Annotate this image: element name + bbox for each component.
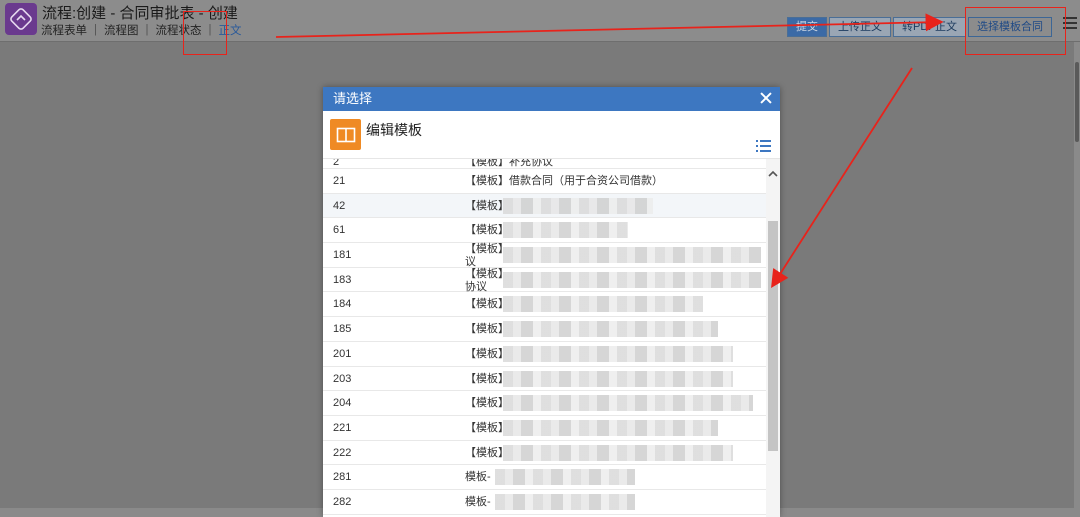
redacted-text xyxy=(495,493,635,510)
row-id: 282 xyxy=(333,495,352,508)
list-scrollbar[interactable] xyxy=(766,159,780,517)
redacted-text xyxy=(503,197,653,214)
row-id: 2 xyxy=(333,159,340,168)
select-dialog: 请选择 编辑模板 2 【模板】补充协议 21 【模板】借款合同（用于合资公司借款… xyxy=(323,87,780,517)
redacted-text xyxy=(503,444,733,461)
dialog-header: 请选择 xyxy=(323,87,780,111)
redacted-text xyxy=(503,345,733,362)
row-id: 203 xyxy=(333,372,352,385)
list-item[interactable]: 181 【模板】议 xyxy=(323,243,766,268)
row-id: 184 xyxy=(333,298,352,311)
annotation-box-body-tab xyxy=(183,11,227,55)
row-name: 模板- xyxy=(465,471,491,484)
annotation-arrow xyxy=(771,67,913,289)
template-list: 2 【模板】补充协议 21 【模板】借款合同（用于合资公司借款） 42 【模板】… xyxy=(323,159,766,517)
row-id: 281 xyxy=(333,471,352,484)
book-icon xyxy=(330,119,361,150)
list-view-icon[interactable] xyxy=(756,140,771,152)
list-item[interactable]: 203 【模板】 xyxy=(323,367,766,392)
row-id: 185 xyxy=(333,323,352,336)
row-id: 61 xyxy=(333,224,346,237)
redacted-text xyxy=(503,419,718,436)
list-item[interactable]: 185 【模板】 xyxy=(323,317,766,342)
redacted-text xyxy=(503,296,703,313)
list-item[interactable]: 183 【模板】 协议 xyxy=(323,268,766,293)
upload-body-button[interactable]: 上传正文 xyxy=(829,17,891,37)
redacted-text xyxy=(503,271,761,288)
redacted-text xyxy=(503,222,628,239)
top-bar: 流程:创建 - 合同审批表 - 创建 流程表单 | 流程图 | 流程状态 | 正… xyxy=(0,0,1080,42)
submit-button[interactable]: 提交 xyxy=(787,17,827,37)
list-item[interactable]: 281 模板- xyxy=(323,465,766,490)
page-scrollbar-thumb[interactable] xyxy=(1075,62,1079,142)
annotation-box-select-template xyxy=(965,7,1066,55)
list-item[interactable]: 61 【模板】 xyxy=(323,218,766,244)
row-id: 204 xyxy=(333,397,352,410)
row-id: 181 xyxy=(333,249,352,262)
tab-separator: | xyxy=(94,24,97,36)
row-id: 222 xyxy=(333,446,352,459)
list-item[interactable]: 2 【模板】补充协议 xyxy=(323,159,766,169)
row-id: 221 xyxy=(333,421,352,434)
row-id: 42 xyxy=(333,199,346,212)
tab-flow-form[interactable]: 流程表单 xyxy=(41,22,87,38)
workflow-icon xyxy=(10,8,32,30)
row-name: 【模板】借款合同（用于合资公司借款） xyxy=(465,175,663,187)
redacted-text xyxy=(495,469,635,486)
redacted-text xyxy=(503,395,753,412)
list-item[interactable]: 282 模板- xyxy=(323,490,766,515)
list-item[interactable]: 222 【模板】 xyxy=(323,441,766,466)
row-id: 183 xyxy=(333,273,352,286)
panel-header: 编辑模板 xyxy=(323,111,780,159)
chevron-up-icon[interactable] xyxy=(768,169,778,179)
redacted-text xyxy=(503,321,718,338)
redacted-text xyxy=(503,247,761,264)
row-id: 21 xyxy=(333,175,346,187)
list-item[interactable]: 221 【模板】 xyxy=(323,416,766,441)
list-item[interactable]: 204 【模板】 xyxy=(323,391,766,416)
list-item[interactable]: 21 【模板】借款合同（用于合资公司借款） xyxy=(323,169,766,194)
close-icon[interactable] xyxy=(758,90,774,106)
app-logo xyxy=(5,3,37,35)
convert-pdf-button[interactable]: 转PDF正文 xyxy=(893,17,966,37)
tab-flow-chart[interactable]: 流程图 xyxy=(104,22,139,38)
list-item[interactable]: 42 【模板】 xyxy=(323,193,766,219)
list-item[interactable]: 201 【模板】 xyxy=(323,342,766,367)
dialog-title: 请选择 xyxy=(333,91,373,106)
list-item[interactable]: 184 【模板】 xyxy=(323,292,766,318)
panel-title: 编辑模板 xyxy=(366,122,422,138)
page-scrollbar[interactable] xyxy=(1074,42,1080,508)
row-name: 模板- xyxy=(465,495,491,508)
row-id: 201 xyxy=(333,347,352,360)
row-name: 【模板】补充协议 xyxy=(465,159,553,168)
redacted-text xyxy=(503,370,733,387)
tab-separator: | xyxy=(145,24,149,36)
list-scrollbar-thumb[interactable] xyxy=(768,221,778,451)
